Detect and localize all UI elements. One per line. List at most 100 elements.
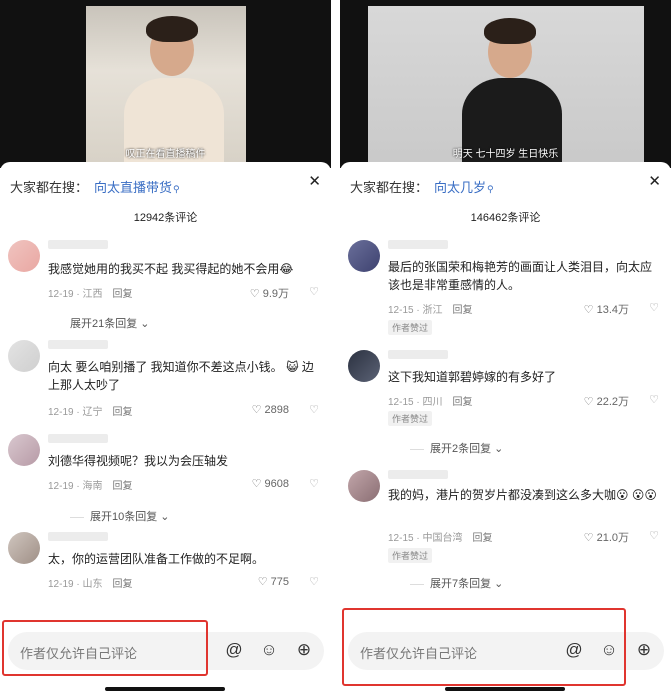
comment-input-bar: 作者仅允许自己评论 @ ☺ ⊕ [0,620,331,693]
like-count: 22.2万 [596,396,629,408]
comment-text: 太，你的运营团队准备工作做的不足啊。 [48,552,265,566]
highlight-box [2,620,208,676]
like-button[interactable]: ♡ 13.4万 [584,301,629,317]
search-prefix: 大家都在搜： [10,180,89,195]
reply-button[interactable]: 回复 [112,579,132,590]
comment-location: 中国台湾 [422,533,463,544]
video-caption: 明天 七十四岁 生日快乐 [452,149,559,160]
video-preview[interactable]: 叹正在看直播稿件 [0,0,331,168]
dislike-heart-icon[interactable]: ♡ [649,529,659,542]
like-count: 13.4万 [596,304,629,316]
expand-replies-label: 展开7条回复 [430,578,492,590]
search-keyword-link[interactable]: 向太直播带货 [94,180,172,195]
avatar[interactable] [348,350,380,382]
comment-date: 12-19 [48,407,74,418]
comment-meta: 12-15 · 中国台湾 回复 [388,533,493,544]
reply-button[interactable]: 回复 [472,533,492,544]
heart-icon: ♡ [583,304,594,316]
comment-date: 12-15 [388,533,414,544]
heart-icon: ♡ [583,396,594,408]
dislike-heart-icon[interactable]: ♡ [649,301,659,314]
emoji-icon[interactable]: ☺ [258,639,280,661]
expand-replies[interactable]: 展开21条回复 ⌄ [70,315,150,331]
search-suggestion[interactable]: 大家都在搜： 向太直播带货⚲ [10,177,180,196]
at-icon[interactable]: @ [223,639,245,661]
avatar[interactable] [8,240,40,272]
expand-replies[interactable]: 展开10条回复 ⌄ [70,508,170,524]
comment-location: 四川 [422,397,443,408]
heart-icon: ♡ [257,576,268,588]
reply-button[interactable]: 回复 [452,397,472,408]
username-blurred[interactable] [388,350,448,359]
close-icon[interactable]: ✕ [308,172,321,190]
reply-button[interactable]: 回复 [112,289,132,300]
like-count: 9.9万 [262,288,289,300]
dislike-heart-icon[interactable]: ♡ [309,403,319,416]
username-blurred[interactable] [388,240,448,249]
expand-replies[interactable]: 展开2条回复 ⌄ [410,440,503,456]
username-blurred[interactable] [388,470,448,479]
expand-replies[interactable]: 展开7条回复 ⌄ [410,575,503,591]
reply-button[interactable]: 回复 [112,407,132,418]
dislike-heart-icon[interactable]: ♡ [309,575,319,588]
comment-meta: 12-19 · 山东 回复 [48,579,133,590]
plus-icon[interactable]: ⊕ [633,639,655,661]
comment-date: 12-15 [388,305,414,316]
avatar[interactable] [8,532,40,564]
like-button[interactable]: ♡ 775 [258,575,289,588]
comment-text: 这下我知道郭碧婷嫁的有多好了 [388,370,557,384]
comment-location: 浙江 [422,305,443,316]
video-caption: 叹正在看直播稿件 [125,149,206,160]
comment-input-bar: 作者仅允许自己评论 @ ☺ ⊕ [340,608,671,693]
heart-icon: ♡ [583,532,594,544]
author-liked-badge: 作者赞过 [388,411,433,426]
like-button[interactable]: ♡ 21.0万 [584,529,629,545]
like-count: 9608 [264,478,289,490]
comment-meta: 12-19 · 海南 回复 [48,481,133,492]
dislike-heart-icon[interactable]: ♡ [649,393,659,406]
search-prefix: 大家都在搜： [350,180,429,195]
like-count: 775 [270,576,289,588]
like-count: 21.0万 [596,532,629,544]
dislike-heart-icon[interactable]: ♡ [309,477,319,490]
video-frame [368,6,644,168]
username-blurred[interactable] [48,532,108,541]
comment-date: 12-15 [388,397,414,408]
username-blurred[interactable] [48,240,108,249]
comment-meta: 12-15 · 浙江 回复 [388,305,473,316]
avatar[interactable] [348,470,380,502]
like-button[interactable]: ♡ 9608 [252,477,289,490]
comment-location: 山东 [82,579,103,590]
search-keyword-link[interactable]: 向太几岁 [434,180,486,195]
reply-button[interactable]: 回复 [112,481,132,492]
search-icon: ⚲ [173,184,180,194]
reply-button[interactable]: 回复 [452,305,472,316]
left-panel: 叹正在看直播稿件 大家都在搜： 向太直播带货⚲ ✕ 12942条评论 我感觉她用的… [0,0,331,693]
comment-location: 辽宁 [82,407,103,418]
comment-text: 最后的张国荣和梅艳芳的画面让人类泪目，向太应该也是非常重感情的人。 [388,260,653,292]
comment-location: 海南 [82,481,103,492]
video-preview[interactable]: 明天 七十四岁 生日快乐 [340,0,671,168]
comment-location: 江西 [82,289,103,300]
like-button[interactable]: ♡ 9.9万 [250,285,289,301]
comment-count: 12942条评论 [133,212,198,224]
username-blurred[interactable] [48,340,108,349]
comment-meta: 12-19 · 江西 回复 [48,289,133,300]
avatar[interactable] [8,434,40,466]
search-suggestion[interactable]: 大家都在搜： 向太几岁⚲ [350,177,494,196]
avatar[interactable] [348,240,380,272]
like-button[interactable]: ♡ 2898 [252,403,289,416]
video-frame [86,6,246,168]
search-icon: ⚲ [487,184,494,194]
username-blurred[interactable] [48,434,108,443]
like-button[interactable]: ♡ 22.2万 [584,393,629,409]
person-hair [146,16,198,42]
comment-date: 12-19 [48,579,74,590]
close-icon[interactable]: ✕ [648,172,661,190]
avatar[interactable] [8,340,40,372]
plus-icon[interactable]: ⊕ [293,639,315,661]
dislike-heart-icon[interactable]: ♡ [309,285,319,298]
comment-text: 我感觉她用的我买不起 我买得起的她不会用😂 [48,262,294,276]
comment-meta: 12-15 · 四川 回复 [388,397,473,408]
heart-icon: ♡ [251,404,262,416]
